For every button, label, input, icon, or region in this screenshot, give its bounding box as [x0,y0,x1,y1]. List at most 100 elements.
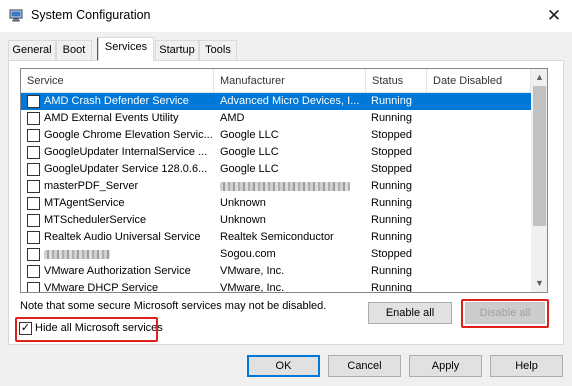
service-status: Stopped [371,248,412,260]
tab-label: Boot [62,44,86,56]
service-name: masterPDF_Server [44,180,139,192]
service-checkbox[interactable] [27,265,40,278]
service-name: GoogleUpdater Service 128.0.6... [44,163,208,175]
service-name: AMD Crash Defender Service [44,95,189,107]
service-status: Stopped [371,129,412,141]
table-row[interactable]: MTAgentService Unknown Running [21,195,531,212]
table-row[interactable]: Realtek Audio Universal Service Realtek S… [21,229,531,246]
service-manufacturer: Advanced Micro Devices, I... [220,95,360,107]
tab-tools[interactable]: Tools [199,40,237,60]
service-status: Stopped [371,163,412,175]
table-row[interactable]: MTSchedulerService Unknown Running [21,212,531,229]
table-row[interactable]: GoogleUpdater Service 128.0.6... Google L… [21,161,531,178]
service-checkbox[interactable] [27,163,40,176]
service-checkbox[interactable] [27,197,40,210]
help-button[interactable]: Help [490,355,563,377]
hide-microsoft-services-label[interactable]: Hide all Microsoft services [35,322,163,334]
tab-services[interactable]: Services [98,37,154,61]
list-header: Service Manufacturer Status Date Disable… [21,69,531,93]
service-manufacturer: Unknown [220,214,266,226]
tab-general[interactable]: General [8,40,56,60]
system-configuration-icon [9,9,23,22]
service-status: Running [371,95,412,107]
service-name: AMD External Events Utility [44,112,179,124]
service-manufacturer: Google LLC [220,129,279,141]
service-status: Running [371,180,412,192]
scroll-thumb[interactable] [533,86,546,226]
service-checkbox[interactable] [27,180,40,193]
table-row[interactable]: VMware Authorization Service VMware, Inc.… [21,263,531,280]
service-name: Google Chrome Elevation Servic... [44,129,213,141]
table-row[interactable]: Sogou.com Stopped [21,246,531,263]
service-name: VMware DHCP Service [44,282,159,293]
apply-button[interactable]: Apply [409,355,482,377]
service-manufacturer: Google LLC [220,163,279,175]
table-row[interactable]: GoogleUpdater InternalService ... Google … [21,144,531,161]
scroll-up-icon[interactable]: ▲ [531,69,547,86]
tab-boot[interactable]: Boot [56,40,92,60]
vertical-scrollbar[interactable]: ▲ ▼ [531,69,547,292]
column-header-manufacturer[interactable]: Manufacturer [214,69,366,93]
service-checkbox[interactable] [27,112,40,125]
secure-services-note: Note that some secure Microsoft services… [20,300,327,312]
service-checkbox[interactable] [27,248,40,261]
tab-label: General [12,44,52,56]
close-icon: ✕ [546,6,562,25]
button-label: Enable all [385,307,435,319]
window-title: System Configuration [31,8,151,22]
service-manufacturer: Unknown [220,197,266,209]
service-name: GoogleUpdater InternalService ... [44,146,208,158]
service-status: Running [371,231,412,243]
table-row[interactable]: masterPDF_Server Running [21,178,531,195]
table-row[interactable]: VMware DHCP Service VMware, Inc. Running [21,280,531,293]
enable-all-button[interactable]: Enable all [368,302,452,324]
list-rows: AMD Crash Defender Service Advanced Micro… [21,93,531,293]
service-checkbox[interactable] [27,231,40,244]
services-list[interactable]: Service Manufacturer Status Date Disable… [20,68,548,293]
service-checkbox[interactable] [27,214,40,227]
service-manufacturer: Google LLC [220,146,279,158]
service-manufacturer: VMware, Inc. [220,282,285,293]
button-label: Apply [431,360,460,372]
close-button[interactable]: ✕ [537,2,571,30]
ok-button[interactable]: OK [247,355,320,377]
tab-startup[interactable]: Startup [155,40,199,60]
button-label: Disable all [479,307,531,319]
cancel-button[interactable]: Cancel [328,355,401,377]
column-header-date-disabled[interactable]: Date Disabled [427,69,531,93]
service-status: Running [371,112,412,124]
scroll-down-icon[interactable]: ▼ [531,275,547,292]
service-checkbox[interactable] [27,282,40,292]
service-name: MTAgentService [44,197,125,209]
service-checkbox[interactable] [27,95,40,108]
column-header-status[interactable]: Status [366,69,427,93]
tab-label: Tools [205,44,231,56]
service-name: MTSchedulerService [44,214,147,226]
service-manufacturer: VMware, Inc. [220,265,285,277]
tab-label: Services [104,41,148,53]
hide-microsoft-services-checkbox[interactable]: ✓ [19,322,32,335]
button-label: Help [515,360,538,372]
service-status: Running [371,214,412,226]
service-status: Running [371,282,412,293]
service-manufacturer: AMD [220,112,245,124]
table-row[interactable]: AMD External Events Utility AMD Running [21,110,531,127]
button-label: Cancel [347,360,382,372]
redacted-text [220,182,350,191]
service-manufacturer: Realtek Semiconductor [220,231,334,243]
checkmark-icon: ✓ [20,322,31,334]
table-row[interactable]: AMD Crash Defender Service Advanced Micro… [21,93,531,110]
disable-all-button[interactable]: Disable all [465,302,545,324]
service-checkbox[interactable] [27,129,40,142]
column-header-service[interactable]: Service [21,69,214,93]
service-name: Realtek Audio Universal Service [44,231,201,243]
service-manufacturer: Sogou.com [220,248,276,260]
service-name: VMware Authorization Service [44,265,191,277]
table-row[interactable]: Google Chrome Elevation Servic... Google … [21,127,531,144]
service-status: Running [371,197,412,209]
button-label: OK [275,360,292,372]
title-bar: System Configuration ✕ [0,0,572,32]
tab-label: Startup [159,44,195,56]
redacted-text [44,250,110,259]
service-checkbox[interactable] [27,146,40,159]
